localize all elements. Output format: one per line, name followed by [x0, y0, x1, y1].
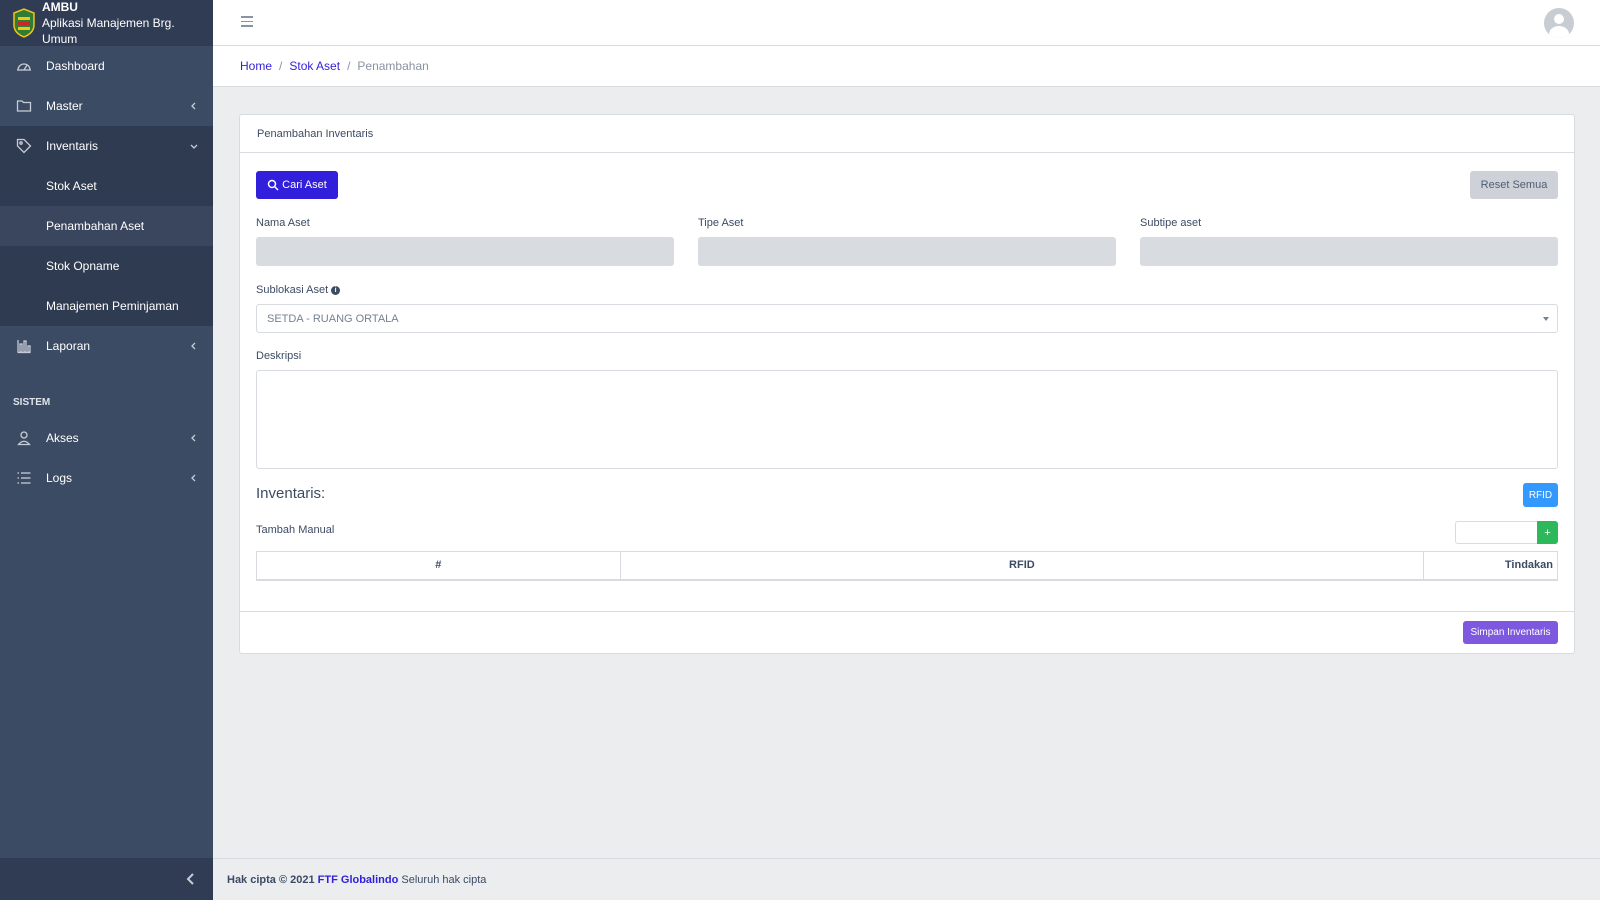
- table-header-tindakan: Tindakan: [1423, 551, 1558, 581]
- brand-subtitle: Aplikasi Manajemen Brg. Umum: [41, 15, 175, 46]
- sidebar-collapse-icon[interactable]: [185, 872, 197, 886]
- deskripsi-textarea[interactable]: [256, 370, 1558, 469]
- rfid-button[interactable]: RFID: [1523, 483, 1558, 507]
- sidebar-item-laporan[interactable]: Laporan: [0, 326, 213, 366]
- chevron-left-icon: [189, 100, 199, 110]
- breadcrumb-stok-aset[interactable]: Stok Aset: [289, 59, 340, 73]
- deskripsi-label: Deskripsi: [256, 350, 302, 362]
- footer-company-link[interactable]: FTF Globalindo: [318, 874, 399, 886]
- page-footer: Hak cipta © 2021 FTF Globalindo Seluruh …: [213, 858, 1600, 900]
- sidebar-item-manajemen-peminjaman[interactable]: Manajemen Peminjaman: [0, 286, 213, 326]
- tipe-aset-label: Tipe Aset: [698, 217, 744, 229]
- tag-icon: [16, 138, 32, 154]
- inventaris-submenu: Stok Aset Penambahan Aset Stok Opname Ma…: [0, 166, 213, 326]
- subtipe-aset-field: [1140, 237, 1558, 266]
- header: [213, 0, 1600, 46]
- nama-aset-label: Nama Aset: [256, 217, 310, 229]
- sidebar-item-label: Master: [46, 99, 83, 113]
- brand[interactable]: AMBU Aplikasi Manajemen Brg. Umum: [0, 0, 213, 46]
- subheader: Home / Stok Aset / Penambahan: [213, 46, 1600, 87]
- simpan-inventaris-button[interactable]: Simpan Inventaris: [1463, 621, 1558, 644]
- sublokasi-label-text: Sublokasi Aset: [256, 284, 329, 296]
- sidebar-item-label: Akses: [46, 431, 79, 445]
- penambahan-card: Penambahan Inventaris Cari Aset Reset Se…: [239, 114, 1575, 654]
- sidebar-item-label: Inventaris: [46, 139, 99, 153]
- search-icon: [267, 179, 279, 191]
- subtipe-aset-label: Subtipe aset: [1140, 217, 1202, 229]
- chart-icon: [16, 338, 32, 354]
- manual-rfid-input[interactable]: [1455, 521, 1538, 544]
- chevron-left-icon: [189, 472, 199, 482]
- breadcrumb: Home / Stok Aset / Penambahan: [240, 59, 429, 73]
- sidebar-item-label: Penambahan Aset: [46, 219, 145, 233]
- sidebar-item-inventaris[interactable]: Inventaris: [0, 126, 213, 166]
- inventaris-table: # RFID Tindakan: [256, 551, 1558, 581]
- tipe-aset-field: [698, 237, 1116, 266]
- cari-aset-button[interactable]: Cari Aset: [256, 171, 338, 199]
- sidebar-item-label: Stok Aset: [46, 179, 97, 193]
- sidebar-item-label: Laporan: [46, 339, 91, 353]
- add-manual-button[interactable]: +: [1537, 521, 1558, 544]
- sidebar-item-dashboard[interactable]: Dashboard: [0, 46, 213, 86]
- avatar[interactable]: [1544, 8, 1574, 38]
- sublokasi-aset-label: Sublokasi Aset i: [256, 284, 341, 296]
- sidebar-item-label: Manajemen Peminjaman: [46, 299, 179, 313]
- footer-copyright: Hak cipta © 2021: [227, 874, 315, 886]
- sublokasi-selected-value: SETDA - RUANG ORTALA: [267, 313, 399, 325]
- nama-aset-field: [256, 237, 674, 266]
- sidebar-item-label: Dashboard: [46, 59, 105, 73]
- sidebar-item-stok-opname[interactable]: Stok Opname: [0, 246, 213, 286]
- user-icon: [16, 430, 32, 446]
- card-footer-divider: [240, 611, 1574, 612]
- brand-name: AMBU: [41, 0, 78, 14]
- sidebar-footer: [0, 858, 213, 900]
- caret-down-icon: [1543, 317, 1549, 321]
- card-title: Penambahan Inventaris: [240, 115, 1574, 153]
- logo-icon: [13, 8, 35, 38]
- section-title-sistem: SISTEM: [13, 397, 51, 408]
- breadcrumb-separator: /: [347, 59, 351, 73]
- sidebar-item-master[interactable]: Master: [0, 86, 213, 126]
- sidebar-item-akses[interactable]: Akses: [0, 418, 213, 458]
- hamburger-icon[interactable]: [241, 16, 253, 28]
- chevron-left-icon: [189, 432, 199, 442]
- sidebar-item-stok-aset[interactable]: Stok Aset: [0, 166, 213, 206]
- inventaris-heading: Inventaris:: [256, 485, 326, 502]
- sidebar-item-label: Logs: [46, 471, 73, 485]
- breadcrumb-home[interactable]: Home: [240, 59, 272, 73]
- sublokasi-select[interactable]: SETDA - RUANG ORTALA: [256, 304, 1558, 333]
- speedometer-icon: [16, 58, 32, 74]
- sidebar-item-logs[interactable]: Logs: [0, 458, 213, 498]
- folder-icon: [16, 98, 32, 114]
- sidebar-item-penambahan-aset[interactable]: Penambahan Aset: [0, 206, 213, 246]
- sidebar: AMBU Aplikasi Manajemen Brg. Umum Dashbo…: [0, 0, 213, 900]
- sidebar-item-label: Stok Opname: [46, 259, 120, 273]
- table-header-number: #: [256, 551, 621, 581]
- breadcrumb-separator: /: [279, 59, 283, 73]
- reset-semua-button[interactable]: Reset Semua: [1470, 171, 1558, 199]
- tambah-manual-label: Tambah Manual: [256, 524, 335, 536]
- info-icon[interactable]: i: [331, 285, 341, 295]
- chevron-down-icon: [189, 140, 199, 150]
- table-header-rfid: RFID: [619, 551, 1425, 581]
- breadcrumb-current: Penambahan: [357, 59, 429, 73]
- footer-suffix: Seluruh hak cipta: [401, 874, 487, 886]
- cari-aset-label: Cari Aset: [282, 179, 327, 191]
- list-icon: [16, 470, 32, 486]
- chevron-left-icon: [189, 340, 199, 350]
